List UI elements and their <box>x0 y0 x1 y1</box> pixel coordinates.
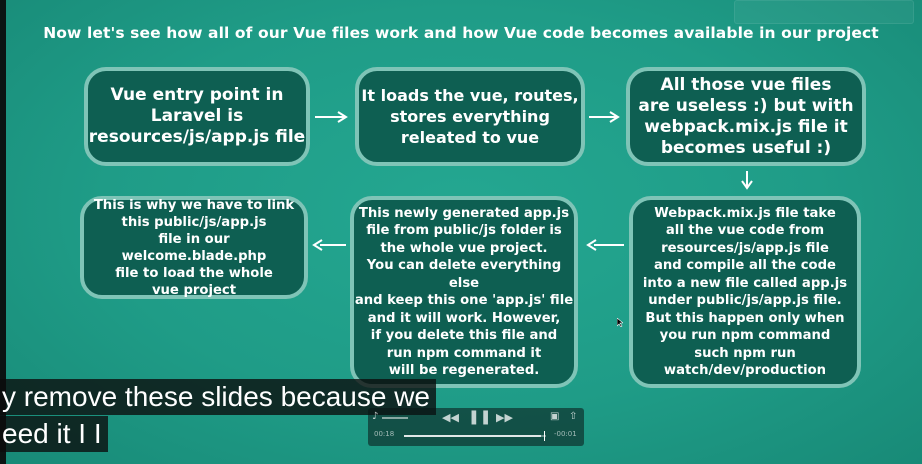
arrow-left-icon <box>312 239 346 251</box>
remaining-time: -00:01 <box>554 430 577 438</box>
arrow-left-icon <box>586 239 624 251</box>
subtitle-line-2: eed it I I <box>0 416 108 452</box>
current-time: 00:18 <box>374 430 395 438</box>
faded-overlay-button[interactable] <box>734 0 914 24</box>
seek-bar[interactable] <box>404 435 546 437</box>
arrow-right-icon <box>589 111 620 123</box>
arrow-right-icon <box>315 111 348 123</box>
volume-slider[interactable] <box>382 417 408 419</box>
flow-box-webpack-compile: Webpack.mix.js file take all the vue cod… <box>629 196 861 388</box>
pause-icon[interactable]: ❚❚ <box>468 409 491 425</box>
slide-title: Now let's see how all of our Vue files w… <box>43 24 879 42</box>
flow-box-useless-files: All those vue files are useless :) but w… <box>626 67 866 166</box>
seek-progress <box>404 435 541 437</box>
flow-box-generated-appjs: This newly generated app.js file from pu… <box>350 196 578 388</box>
rewind-icon[interactable]: ◀◀ <box>442 411 459 424</box>
volume-icon[interactable]: ♪ <box>372 411 378 422</box>
flow-box-loads-vue: It loads the vue, routes, stores everyth… <box>355 67 585 166</box>
share-icon[interactable]: ⇧ <box>569 411 577 422</box>
arrow-down-icon <box>741 171 753 190</box>
seek-handle[interactable] <box>544 431 545 441</box>
flow-box-link-appjs: This is why we have to link this public/… <box>80 196 308 299</box>
mouse-cursor-icon <box>617 318 623 327</box>
screen-icon[interactable]: ▣ <box>550 411 559 422</box>
video-player-controls: ♪ ◀◀ ❚❚ ▶▶ ▣ ⇧ 00:18 -00:01 <box>368 408 584 446</box>
flow-box-entry-point: Vue entry point in Laravel is resources/… <box>84 67 310 166</box>
fast-forward-icon[interactable]: ▶▶ <box>496 411 513 424</box>
